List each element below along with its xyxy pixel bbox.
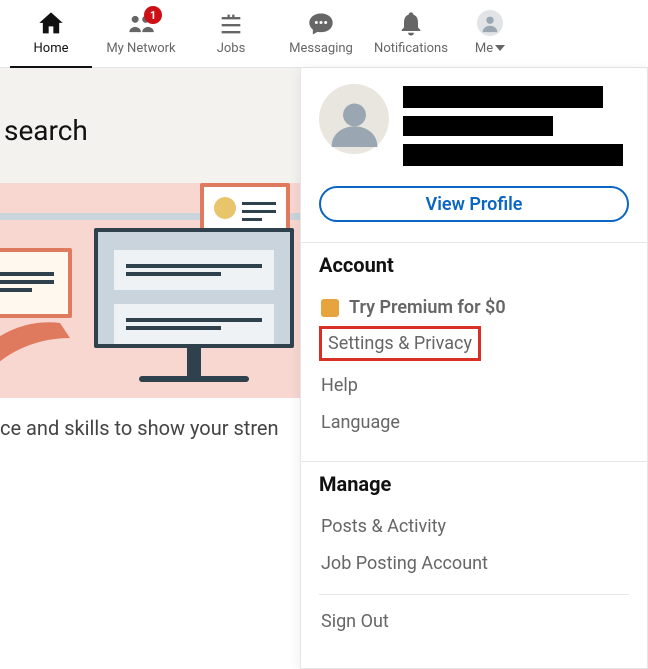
- sign-out-link[interactable]: Sign Out: [319, 603, 629, 640]
- nav-home[interactable]: Home: [6, 8, 96, 58]
- avatar-icon: [319, 84, 389, 154]
- home-icon: [37, 10, 65, 38]
- menu-label: Posts & Activity: [321, 516, 446, 537]
- posts-activity-link[interactable]: Posts & Activity: [319, 508, 629, 545]
- manage-section: Manage Posts & Activity Job Posting Acco…: [301, 461, 647, 640]
- nav-label: Jobs: [217, 40, 246, 58]
- message-icon: [306, 10, 336, 38]
- avatar-icon: [477, 10, 503, 36]
- settings-privacy-link[interactable]: Settings & Privacy: [319, 326, 481, 361]
- profile-name-redacted: [403, 84, 623, 166]
- nav-me[interactable]: Me: [456, 8, 524, 58]
- bell-icon: [397, 10, 425, 38]
- menu-label: Job Posting Account: [321, 553, 488, 574]
- nav-label: Home: [34, 40, 69, 58]
- premium-icon: [321, 299, 339, 317]
- account-heading: Account: [319, 253, 629, 277]
- nav-jobs[interactable]: Jobs: [186, 8, 276, 58]
- me-dropdown: View Profile Account Try Premium for $0 …: [300, 68, 648, 669]
- nav-label: Me: [475, 40, 493, 58]
- menu-label: Help: [321, 375, 358, 396]
- caret-down-icon: [495, 45, 505, 51]
- help-link[interactable]: Help: [319, 367, 629, 404]
- job-posting-link[interactable]: Job Posting Account: [319, 545, 629, 582]
- nav-label: My Network: [106, 40, 175, 58]
- nav-label: Notifications: [374, 40, 448, 58]
- nav-label: Messaging: [289, 40, 353, 58]
- menu-label: Try Premium for $0: [349, 297, 506, 318]
- try-premium-link[interactable]: Try Premium for $0: [319, 289, 629, 326]
- profile-header[interactable]: [301, 80, 647, 176]
- notification-badge: 1: [144, 6, 162, 24]
- menu-label: Settings & Privacy: [328, 333, 472, 354]
- manage-heading: Manage: [319, 472, 629, 496]
- menu-label: Language: [321, 412, 400, 433]
- briefcase-icon: [217, 10, 245, 38]
- nav-notifications[interactable]: Notifications: [366, 8, 456, 58]
- view-profile-button[interactable]: View Profile: [319, 186, 629, 222]
- nav-my-network[interactable]: My Network 1: [96, 8, 186, 58]
- nav-messaging[interactable]: Messaging: [276, 8, 366, 58]
- menu-label: Sign Out: [321, 611, 389, 632]
- language-link[interactable]: Language: [319, 404, 629, 441]
- navbar: Home My Network 1 Jobs Messaging Notific…: [0, 0, 648, 68]
- account-section: Account Try Premium for $0 Settings & Pr…: [301, 242, 647, 441]
